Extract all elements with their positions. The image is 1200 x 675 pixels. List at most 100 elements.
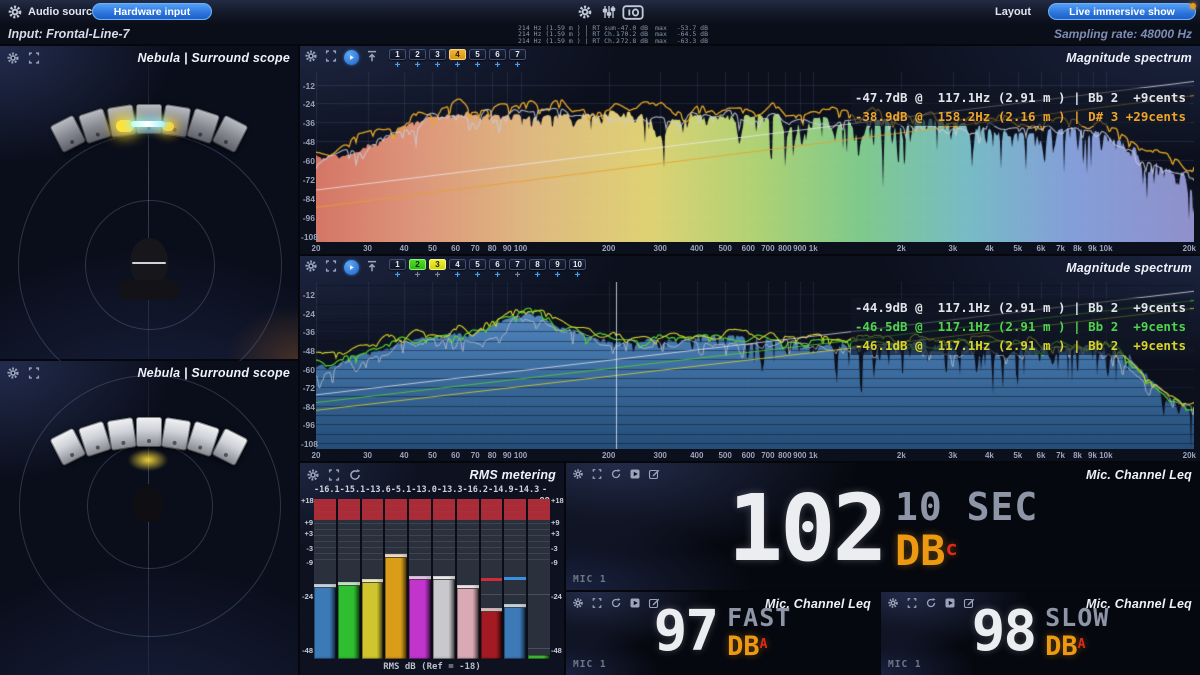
- fullscreen-icon[interactable]: [324, 259, 338, 273]
- curve-add-icon[interactable]: +: [515, 271, 521, 281]
- gear-icon[interactable]: [6, 366, 20, 380]
- curve-button[interactable]: 7+: [509, 49, 526, 71]
- curve-button-number[interactable]: 2: [409, 259, 426, 270]
- curve-button[interactable]: 2+: [409, 259, 426, 281]
- settings-gear-icon[interactable]: [577, 4, 593, 20]
- rms-scale-label: -48: [551, 646, 563, 655]
- reset-icon[interactable]: [348, 468, 362, 482]
- curve-button-number[interactable]: 10: [569, 259, 586, 270]
- live-immersive-show-button[interactable]: Live immersive show: [1048, 3, 1196, 20]
- rms-meter-column: [409, 499, 431, 659]
- rms-meter-column: [385, 499, 407, 659]
- curve-button[interactable]: 6+: [489, 49, 506, 71]
- fullscreen-icon[interactable]: [324, 49, 338, 63]
- curve-button[interactable]: 10+: [569, 259, 586, 281]
- curve-button[interactable]: 5+: [469, 259, 486, 281]
- curve-add-icon[interactable]: +: [415, 61, 421, 71]
- rms-meter-cap: [362, 579, 384, 583]
- curve-button-number[interactable]: 7: [509, 259, 526, 270]
- surround-scope-panel-1: Nebula | Surround scope: [0, 46, 298, 359]
- live-play-icon[interactable]: [344, 50, 359, 65]
- panel-title: RMS metering: [470, 468, 556, 482]
- fullscreen-icon[interactable]: [327, 468, 341, 482]
- curve-button-number[interactable]: 5: [469, 49, 486, 60]
- x-axis-tick-label: 20k: [1183, 244, 1196, 253]
- curve-button-number[interactable]: 1: [389, 259, 406, 270]
- gear-icon[interactable]: [572, 468, 584, 480]
- curve-add-icon[interactable]: +: [435, 61, 441, 71]
- x-axis-tick-label: 700: [761, 451, 774, 460]
- mic-channel-leq-panel-main: Mic. Channel Leq 102 10 SEC DBc MIC 1: [566, 463, 1200, 590]
- live-play-icon[interactable]: [344, 260, 359, 275]
- sliders-icon[interactable]: [601, 4, 617, 20]
- y-axis-tick-label: -48: [301, 137, 315, 147]
- play-icon[interactable]: [629, 468, 641, 480]
- io-icon[interactable]: [622, 5, 644, 20]
- curve-button-number[interactable]: 9: [549, 259, 566, 270]
- curve-add-icon[interactable]: +: [515, 61, 521, 71]
- x-axis-tick-label: 20: [312, 244, 321, 253]
- curve-button-number[interactable]: 4: [449, 259, 466, 270]
- leq-mode: FAST: [727, 605, 791, 631]
- curve-button-number[interactable]: 1: [389, 49, 406, 60]
- curve-button[interactable]: 4+: [449, 49, 466, 71]
- rt-readout-cell: max: [648, 38, 674, 44]
- curve-button-number[interactable]: 5: [469, 259, 486, 270]
- curve-button[interactable]: 9+: [549, 259, 566, 281]
- curve-add-icon[interactable]: +: [475, 61, 481, 71]
- edit-icon[interactable]: [648, 468, 660, 480]
- curve-button[interactable]: 4+: [449, 259, 466, 281]
- curve-button[interactable]: 1+: [389, 259, 406, 281]
- spectrum-plot[interactable]: -12-24-36-48-60-72-84-96-108 -44.9dB @ 1…: [316, 282, 1194, 449]
- reset-icon[interactable]: [610, 468, 622, 480]
- curve-button[interactable]: 3+: [429, 49, 446, 71]
- curve-button-number[interactable]: 3: [429, 49, 446, 60]
- curve-button-number[interactable]: 3: [429, 259, 446, 270]
- cursor-readout-line: -46.5dB @ 117.1Hz (2.91 m ) | Bb 2 +9cen…: [851, 317, 1190, 336]
- export-arrow-icon[interactable]: [365, 259, 379, 273]
- hardware-input-button[interactable]: Hardware input: [92, 3, 212, 20]
- rms-meter-bar: [409, 576, 431, 659]
- curve-button-number[interactable]: 4: [449, 49, 466, 60]
- curve-add-icon[interactable]: +: [395, 61, 401, 71]
- fullscreen-icon[interactable]: [27, 366, 41, 380]
- gear-icon[interactable]: [306, 468, 320, 482]
- curve-add-icon[interactable]: +: [415, 271, 421, 281]
- leq-weighting: c: [946, 536, 958, 560]
- curve-add-icon[interactable]: +: [575, 271, 581, 281]
- curve-button[interactable]: 5+: [469, 49, 486, 71]
- audio-source-gear-icon[interactable]: [7, 4, 23, 20]
- fullscreen-icon[interactable]: [591, 468, 603, 480]
- curve-button-number[interactable]: 8: [529, 259, 546, 270]
- curve-button[interactable]: 7+: [509, 259, 526, 281]
- curve-button-number[interactable]: 6: [489, 259, 506, 270]
- export-arrow-icon[interactable]: [365, 49, 379, 63]
- curve-button-number[interactable]: 7: [509, 49, 526, 60]
- gear-icon[interactable]: [6, 51, 20, 65]
- curve-add-icon[interactable]: +: [555, 271, 561, 281]
- curve-add-icon[interactable]: +: [475, 271, 481, 281]
- curve-button[interactable]: 6+: [489, 259, 506, 281]
- curve-button[interactable]: 2+: [409, 49, 426, 71]
- curve-add-icon[interactable]: +: [395, 271, 401, 281]
- rms-scale-label: -24: [551, 592, 563, 601]
- curve-add-icon[interactable]: +: [495, 271, 501, 281]
- gear-icon[interactable]: [304, 259, 318, 273]
- curve-button-number[interactable]: 6: [489, 49, 506, 60]
- curve-button[interactable]: 8+: [529, 259, 546, 281]
- curve-button[interactable]: 3+: [429, 259, 446, 281]
- curve-button[interactable]: 1+: [389, 49, 406, 71]
- gear-icon[interactable]: [304, 49, 318, 63]
- spectrum-plot[interactable]: -12-24-36-48-60-72-84-96-108 -47.7dB @ 1…: [316, 72, 1194, 242]
- x-axis-tick-label: 900: [793, 451, 806, 460]
- fullscreen-icon[interactable]: [27, 51, 41, 65]
- curve-add-icon[interactable]: +: [535, 271, 541, 281]
- curve-add-icon[interactable]: +: [495, 61, 501, 71]
- curve-add-icon[interactable]: +: [455, 271, 461, 281]
- rms-meter-column: [528, 499, 550, 659]
- speaker-icon: [136, 417, 162, 447]
- curve-add-icon[interactable]: +: [435, 271, 441, 281]
- rms-meter-cap: [504, 604, 526, 608]
- curve-add-icon[interactable]: +: [455, 61, 461, 71]
- curve-button-number[interactable]: 2: [409, 49, 426, 60]
